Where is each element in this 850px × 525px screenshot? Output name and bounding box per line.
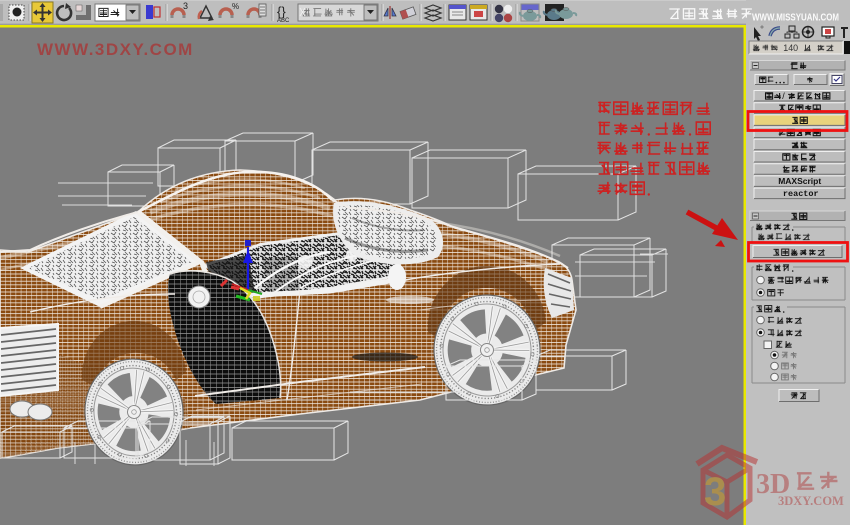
svg-text:reactor: reactor [783, 189, 819, 199]
svg-text:WWW.MISSYUAN.COM: WWW.MISSYUAN.COM [752, 12, 839, 24]
svg-text:3: 3 [704, 470, 726, 514]
svg-text:3: 3 [183, 1, 188, 11]
svg-text:MAXScript: MAXScript [778, 176, 821, 186]
svg-text:3DXY.COM: 3DXY.COM [778, 494, 844, 508]
svg-text:%: % [232, 2, 239, 11]
svg-text:{}: {} [277, 4, 286, 19]
svg-text:140: 140 [783, 43, 798, 53]
svg-text:WWW.3DXY.COM: WWW.3DXY.COM [37, 40, 194, 59]
svg-text:ABC: ABC [277, 18, 290, 24]
